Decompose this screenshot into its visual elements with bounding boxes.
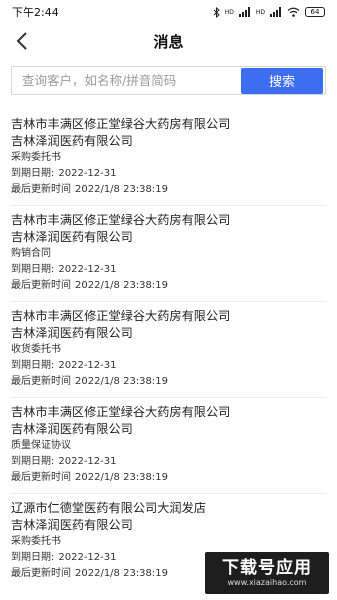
updated-label: 最后更新时间 (11, 376, 71, 387)
updated-time: 2022/1/8 23:38:19 (75, 280, 169, 291)
status-time: 下午2:44 (12, 6, 59, 19)
updated-time: 2022/1/8 23:38:19 (75, 184, 169, 195)
signal-icon (270, 7, 281, 17)
updated-row: 最后更新时间 2022/1/8 23:38:19 (11, 470, 326, 486)
expiry-row: 到期日期: 2022-12-31 (11, 358, 326, 374)
updated-time: 2022/1/8 23:38:19 (75, 376, 169, 387)
updated-label: 最后更新时间 (11, 280, 71, 291)
watermark-title: 下载号应用 (222, 558, 312, 578)
expiry-label: 到期日期: (11, 456, 55, 467)
expiry-label: 到期日期: (11, 264, 55, 275)
status-icons: HD HD 64 (213, 6, 325, 18)
expiry-label: 到期日期: (11, 168, 55, 179)
customer-name: 吉林市丰满区修正堂绿谷大药房有限公司 (11, 117, 231, 131)
updated-label: 最后更新时间 (11, 184, 71, 195)
supplier-name: 吉林泽润医药有限公司 (11, 422, 133, 436)
supplier-name: 吉林泽润医药有限公司 (11, 326, 133, 340)
battery-icon: 64 (305, 7, 325, 17)
expiry-date: 2022-12-31 (58, 552, 117, 563)
supplier-name: 吉林泽润医药有限公司 (11, 518, 133, 532)
list-item[interactable]: 吉林市丰满区修正堂绿谷大药房有限公司 吉林泽润医药有限公司 质量保证协议 到期日… (11, 398, 326, 494)
status-bar: 下午2:44 HD HD 64 (0, 0, 337, 24)
supplier-name: 吉林泽润医药有限公司 (11, 230, 133, 244)
back-button[interactable] (8, 27, 36, 55)
expiry-row: 到期日期: 2022-12-31 (11, 454, 326, 470)
customer-name: 吉林市丰满区修正堂绿谷大药房有限公司 (11, 405, 231, 419)
updated-label: 最后更新时间 (11, 568, 71, 578)
chevron-left-icon (16, 32, 27, 50)
bluetooth-icon (213, 6, 220, 18)
wifi-icon (287, 7, 300, 17)
customer-name: 吉林市丰满区修正堂绿谷大药房有限公司 (11, 309, 231, 323)
document-type: 购销合同 (11, 248, 51, 259)
updated-time: 2022/1/8 23:38:19 (75, 472, 169, 483)
expiry-date: 2022-12-31 (58, 168, 117, 179)
search-input[interactable] (12, 67, 241, 94)
watermark-logo: 下载号应用 www.xiazaihao.com (205, 552, 329, 594)
search-bar: 搜索 (11, 66, 326, 95)
expiry-date: 2022-12-31 (58, 264, 117, 275)
signal-label-2: HD (255, 8, 265, 16)
signal-label-1: HD (224, 8, 234, 16)
supplier-name: 吉林泽润医药有限公司 (11, 134, 133, 148)
document-type: 质量保证协议 (11, 440, 71, 451)
updated-row: 最后更新时间 2022/1/8 23:38:19 (11, 278, 326, 294)
expiry-date: 2022-12-31 (58, 360, 117, 371)
expiry-label: 到期日期: (11, 552, 55, 563)
expiry-label: 到期日期: (11, 360, 55, 371)
nav-bar: 消息 (0, 24, 337, 58)
customer-name: 吉林市丰满区修正堂绿谷大药房有限公司 (11, 213, 231, 227)
document-type: 采购委托书 (11, 536, 61, 547)
updated-label: 最后更新时间 (11, 472, 71, 483)
updated-time: 2022/1/8 23:38:19 (75, 568, 169, 578)
list-item[interactable]: 吉林市丰满区修正堂绿谷大药房有限公司 吉林泽润医药有限公司 购销合同 到期日期:… (11, 206, 326, 302)
watermark-url: www.xiazaihao.com (227, 578, 307, 587)
signal-icon (238, 7, 250, 17)
list-item[interactable]: 吉林市丰满区修正堂绿谷大药房有限公司 吉林泽润医药有限公司 采购委托书 到期日期… (11, 110, 326, 206)
updated-row: 最后更新时间 2022/1/8 23:38:19 (11, 182, 326, 198)
updated-row: 最后更新时间 2022/1/8 23:38:19 (11, 374, 326, 390)
page-title: 消息 (153, 32, 184, 51)
document-type: 采购委托书 (11, 152, 61, 163)
list-item[interactable]: 吉林市丰满区修正堂绿谷大药房有限公司 吉林泽润医药有限公司 收货委托书 到期日期… (11, 302, 326, 398)
document-type: 收货委托书 (11, 344, 61, 355)
expiry-date: 2022-12-31 (58, 456, 117, 467)
customer-name: 辽源市仁德堂医药有限公司大润发店 (11, 501, 206, 515)
expiry-row: 到期日期: 2022-12-31 (11, 262, 326, 278)
message-list: 吉林市丰满区修正堂绿谷大药房有限公司 吉林泽润医药有限公司 采购委托书 到期日期… (0, 110, 337, 578)
search-button[interactable]: 搜索 (241, 67, 323, 94)
expiry-row: 到期日期: 2022-12-31 (11, 166, 326, 182)
